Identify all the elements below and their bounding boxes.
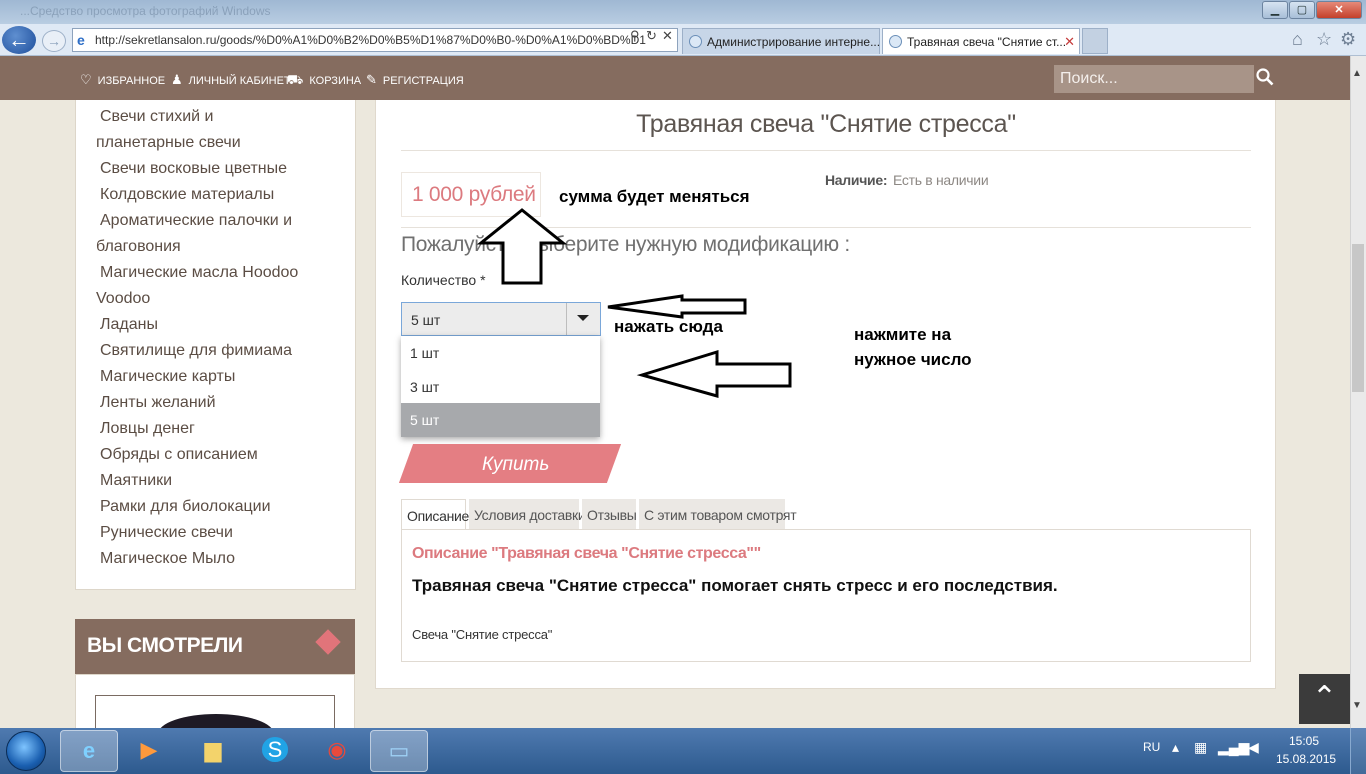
scroll-thumb[interactable] — [1352, 244, 1364, 392]
media-player-taskbar-icon[interactable]: ▶ — [120, 730, 178, 772]
left-arrow-annotation-select — [607, 294, 747, 319]
volume-icon[interactable]: ◀ — [1248, 739, 1259, 756]
annotation-line: нажмите на — [854, 325, 952, 344]
clock-time[interactable]: 15:05 — [1289, 734, 1319, 748]
scroll-down-icon[interactable]: ▼ — [1352, 700, 1362, 711]
page-scrollbar[interactable] — [1350, 56, 1366, 728]
taskbar: e ▶ ▆ S ◉ ▭ RU ▴ ▦ ▂▄▆ ◀ 15:05 15.08.201… — [0, 728, 1366, 774]
left-arrow-annotation-options — [636, 349, 792, 398]
windows-flag-icon[interactable]: ▦ — [1194, 739, 1207, 756]
language-indicator[interactable]: RU — [1143, 740, 1160, 754]
up-arrow-annotation — [476, 208, 568, 285]
explorer-taskbar-icon[interactable]: ▆ — [184, 730, 242, 772]
skype-taskbar-icon[interactable]: S — [246, 730, 304, 772]
annotation-click: нажать сюда — [614, 317, 723, 336]
scroll-to-top-button[interactable]: ⌃ — [1299, 674, 1350, 724]
start-button[interactable] — [6, 731, 46, 771]
network-icon[interactable]: ▂▄▆ — [1218, 739, 1249, 756]
scroll-up-icon[interactable]: ▲ — [1352, 68, 1362, 79]
photo-viewer-taskbar-icon[interactable]: ▭ — [370, 730, 428, 772]
clock-date[interactable]: 15.08.2015 — [1276, 752, 1336, 766]
annotation-line: нужное число — [854, 350, 972, 369]
ie-taskbar-icon[interactable]: e — [60, 730, 118, 772]
annotation-arrows — [476, 208, 792, 398]
tray-arrow-icon[interactable]: ▴ — [1172, 739, 1179, 756]
chrome-taskbar-icon[interactable]: ◉ — [308, 730, 366, 772]
show-desktop-button[interactable] — [1350, 728, 1366, 774]
annotation-sum: сумма будет меняться — [559, 187, 750, 206]
annotation-choose: нажмите на нужное число — [854, 322, 972, 372]
